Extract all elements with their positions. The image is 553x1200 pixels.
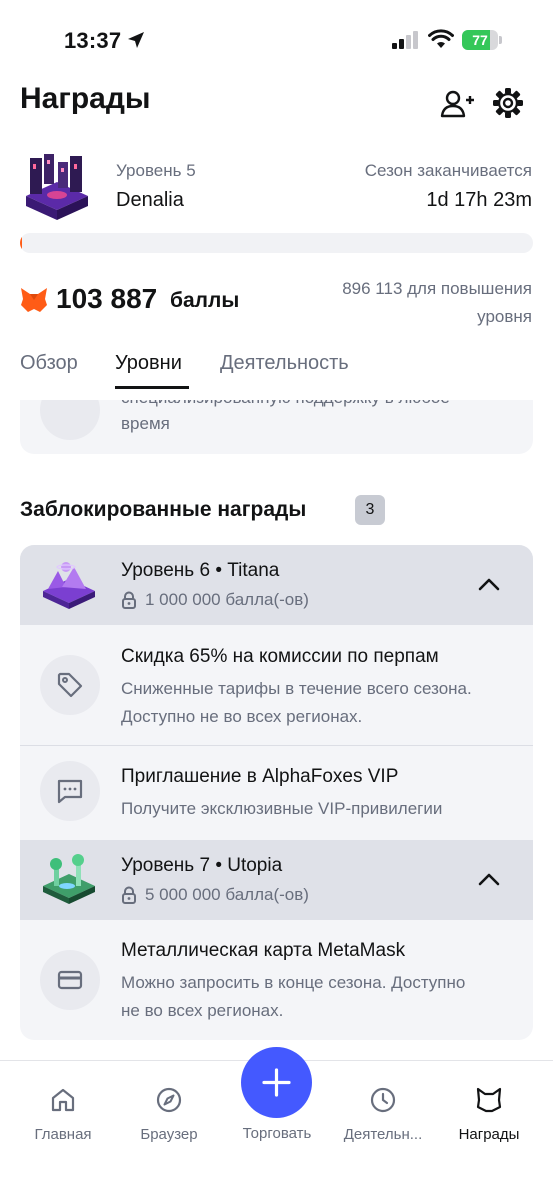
level-7-header[interactable]: Уровень 7 • Utopia 5 000 000 балла(-ов) xyxy=(20,840,533,920)
active-tab-indicator xyxy=(115,386,189,389)
season-countdown: 1d 17h 23m xyxy=(426,189,532,211)
points-balance: 103 887 xyxy=(56,283,158,314)
nav-rewards-label: Награды xyxy=(458,1126,520,1143)
nav-rewards[interactable]: Награды xyxy=(434,1086,544,1143)
reward-title: Металлическая карта MetaMask xyxy=(121,940,406,961)
home-icon xyxy=(51,1088,75,1112)
tab-levels[interactable]: Уровни xyxy=(115,352,182,375)
battery-indicator: 77 xyxy=(462,30,502,50)
current-level-name: Denalia xyxy=(116,189,184,211)
points-unit: баллы xyxy=(170,289,240,312)
season-ends-label: Сезон заканчивается xyxy=(364,161,532,180)
metamask-fox-icon xyxy=(21,288,47,312)
reward-title: Приглашение в AlphaFoxes VIP xyxy=(121,766,399,787)
credit-card-icon xyxy=(57,970,83,990)
level-6-requirement: 1 000 000 балла(-ов) xyxy=(145,590,309,609)
reward-icon-container xyxy=(40,655,100,715)
points-to-next-level: 896 113 для повышения уровня xyxy=(342,279,532,326)
nav-home[interactable]: Главная xyxy=(8,1086,118,1143)
current-level-label: Уровень 5 xyxy=(116,161,196,180)
previous-reward-desc-line2: время xyxy=(121,414,170,433)
locked-rewards-card: Уровень 6 • Titana 1 000 000 балла(-ов) … xyxy=(20,545,533,1040)
nav-home-label: Главная xyxy=(34,1126,92,1143)
reward-description: Получите эксклюзивные VIP-привилегии xyxy=(121,799,443,818)
status-time: 13:37 xyxy=(64,28,122,53)
nav-trade-label: Торговать xyxy=(242,1125,312,1142)
levels-content[interactable]: специализированную поддержку в любое вре… xyxy=(0,400,553,1060)
chevron-up-icon[interactable] xyxy=(475,866,503,894)
tab-overview[interactable]: Обзор xyxy=(20,352,78,375)
previous-reward-card: специализированную поддержку в любое вре… xyxy=(20,400,533,454)
reward-icon-placeholder xyxy=(40,400,100,440)
wifi-icon xyxy=(428,29,454,48)
reward-title: Скидка 65% на комиссии по перпам xyxy=(121,646,439,667)
chat-bubble-icon xyxy=(57,779,83,804)
level-titana-image xyxy=(43,562,95,609)
level-progress-bar xyxy=(20,233,533,253)
nav-activity[interactable]: Деятельн... xyxy=(328,1086,438,1143)
chevron-up-icon[interactable] xyxy=(475,571,503,599)
level-7-title: Уровень 7 • Utopia xyxy=(121,855,283,876)
status-bar: 13:37 77 xyxy=(0,0,553,80)
reward-description: Сниженные тарифы в течение всего сезона.… xyxy=(121,679,472,726)
level-progress-fill xyxy=(20,233,23,253)
locked-rewards-count-badge: 3 xyxy=(355,495,385,525)
plus-icon xyxy=(262,1068,291,1097)
compass-icon xyxy=(156,1087,182,1113)
level-6-header[interactable]: Уровень 6 • Titana 1 000 000 балла(-ов) xyxy=(20,545,533,625)
battery-percent: 77 xyxy=(472,32,488,48)
level-7-requirement: 5 000 000 балла(-ов) xyxy=(145,885,309,904)
cellular-signal-icon xyxy=(392,31,418,49)
reward-item: Приглашение в AlphaFoxes VIP Получите эк… xyxy=(20,746,533,840)
location-arrow-icon xyxy=(128,32,144,48)
lock-icon xyxy=(122,886,136,904)
reward-icon-container xyxy=(40,950,100,1010)
reward-icon-container xyxy=(40,761,100,821)
gear-icon[interactable] xyxy=(492,87,524,119)
level-denalia-image xyxy=(26,154,88,220)
tag-icon xyxy=(57,672,83,698)
page-title: Награды xyxy=(20,82,151,115)
nav-browser[interactable]: Браузер xyxy=(114,1086,224,1143)
nav-browser-label: Браузер xyxy=(140,1126,198,1143)
fox-icon xyxy=(476,1087,502,1113)
clock-icon xyxy=(370,1087,396,1113)
locked-rewards-heading: Заблокированные награды xyxy=(20,498,307,521)
reward-description: Можно запросить в конце сезона. Доступно… xyxy=(121,973,466,1020)
nav-activity-label: Деятельн... xyxy=(343,1126,423,1143)
level-utopia-image xyxy=(43,854,95,904)
level-6-title: Уровень 6 • Titana xyxy=(121,560,280,581)
previous-reward-desc-line1: специализированную поддержку в любое xyxy=(121,400,450,408)
reward-item: Металлическая карта MetaMask Можно запро… xyxy=(20,920,533,1040)
trade-button[interactable] xyxy=(241,1047,312,1118)
tab-activity[interactable]: Деятельность xyxy=(220,352,349,375)
add-user-icon[interactable] xyxy=(440,87,474,121)
reward-item: Скидка 65% на комиссии по перпам Сниженн… xyxy=(20,625,533,745)
lock-icon xyxy=(122,591,136,609)
